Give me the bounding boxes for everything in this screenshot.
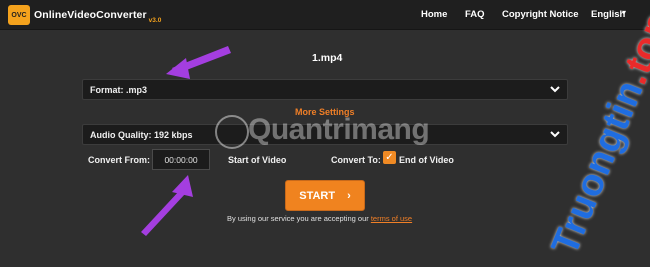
- chevron-down-icon: [549, 83, 561, 95]
- logo-camera-icon: OVC: [8, 5, 30, 25]
- terms-of-use-link[interactable]: terms of use: [371, 214, 412, 223]
- end-of-video-checkbox[interactable]: ✓: [383, 151, 396, 164]
- quantrimang-watermark: Quantrimang: [248, 113, 430, 146]
- convert-from-time-input[interactable]: [152, 149, 210, 170]
- start-of-video-label: Start of Video: [228, 155, 287, 165]
- checkmark-icon: ✓: [385, 152, 394, 163]
- annotation-arrow-format: [166, 46, 231, 79]
- chevron-right-icon: ›: [347, 189, 351, 202]
- file-name: 1.mp4: [312, 52, 343, 64]
- audio-quality-value: Audio Quality: 192 kbps: [90, 130, 193, 140]
- language-selector[interactable]: English: [591, 9, 625, 20]
- chevron-down-icon[interactable]: ▾: [622, 8, 626, 17]
- start-button-label: START: [299, 189, 336, 202]
- end-of-video-label: End of Video: [399, 155, 454, 165]
- logo-text: OnlineVideoConverter: [34, 9, 147, 21]
- nav-faq-link[interactable]: FAQ: [465, 9, 485, 20]
- site-logo[interactable]: OVC OnlineVideoConverter v3.0: [8, 5, 161, 25]
- annotation-arrow-time: [141, 175, 193, 236]
- start-button[interactable]: START ›: [285, 180, 365, 211]
- top-navbar: OVC OnlineVideoConverter v3.0 Home FAQ C…: [0, 0, 650, 30]
- terms-notice: By using our service you are accepting o…: [227, 214, 412, 223]
- logo-version: v3.0: [148, 17, 162, 24]
- lightbulb-icon: [215, 115, 249, 149]
- chevron-down-icon: [549, 128, 561, 140]
- nav-home-link[interactable]: Home: [421, 9, 447, 20]
- terms-prefix: By using our service you are accepting o…: [227, 214, 369, 223]
- nav-copyright-link[interactable]: Copyright Notice: [502, 9, 579, 20]
- convert-from-label: Convert From:: [88, 155, 151, 165]
- convert-to-label: Convert To:: [331, 155, 381, 165]
- format-select-value: Format: .mp3: [90, 85, 148, 95]
- format-select[interactable]: Format: .mp3: [82, 79, 568, 100]
